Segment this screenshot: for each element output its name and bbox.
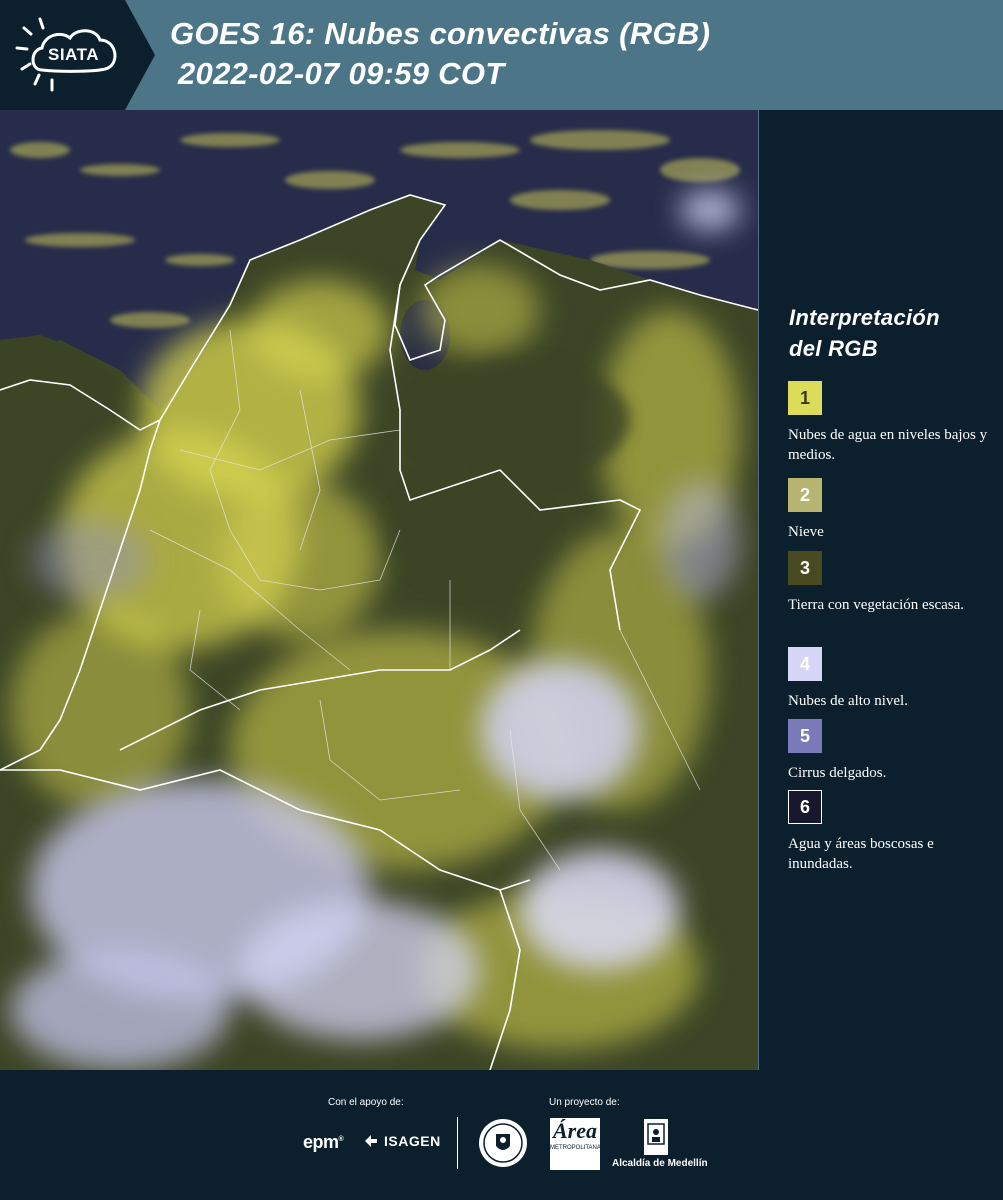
legend-label-4: Nubes de alto nivel.: [788, 693, 908, 709]
alcaldia-text: Alcaldía de Medellín: [612, 1158, 708, 1169]
legend-swatch-2: 2: [788, 478, 822, 512]
legend-item-3: 3 Tierra con vegetación escasa.: [788, 551, 993, 615]
alcaldia-shield-icon[interactable]: [643, 1118, 669, 1156]
footer-divider: [457, 1117, 458, 1169]
legend-label-5: Cirrus delgados.: [788, 765, 887, 781]
legend-item-2: 2 Nieve: [788, 478, 993, 542]
siata-logo-text: SIATA: [48, 45, 99, 64]
satellite-map[interactable]: [0, 110, 759, 1070]
legend-item-4: 4 Nubes de alto nivel.: [788, 647, 993, 711]
legend-title-line1: Interpretación: [789, 305, 940, 330]
legend-item-6: 6 Agua y áreas boscosas e inundadas.: [788, 790, 993, 874]
legend-panel: Interpretación del RGB 1 Nubes de agua en…: [760, 110, 1003, 1070]
legend-swatch-5: 5: [788, 719, 822, 753]
area-logo-subtext: METROPOLITANA: [550, 1145, 601, 1151]
isagen-logo[interactable]: ISAGEN: [363, 1133, 441, 1149]
isagen-mark-icon: [365, 1135, 377, 1147]
footer: Con el apoyo de: Un proyecto de: epm® IS…: [0, 1070, 1003, 1200]
header-banner: SIATA GOES 16: Nubes convectivas (RGB) 2…: [0, 0, 1003, 110]
legend-item-1: 1 Nubes de agua en niveles bajos y medios…: [788, 381, 993, 465]
legend-label-1: Nubes de agua en niveles bajos y medios.: [788, 427, 988, 463]
siata-logo[interactable]: SIATA: [0, 0, 155, 110]
project-caption: Un proyecto de:: [549, 1097, 620, 1108]
epm-logo-text: epm: [303, 1132, 339, 1152]
legend-label-2: Nieve: [788, 524, 824, 540]
satellite-map-image: [0, 110, 758, 1070]
legend-item-5: 5 Cirrus delgados.: [788, 719, 993, 783]
legend-swatch-3: 3: [788, 551, 822, 585]
page-timestamp: 2022-02-07 09:59 COT: [178, 56, 505, 91]
legend-label-3: Tierra con vegetación escasa.: [788, 597, 965, 613]
legend-title: Interpretación del RGB: [789, 302, 940, 364]
legend-swatch-1: 1: [788, 381, 822, 415]
legend-label-6: Agua y áreas boscosas e inundadas.: [788, 836, 934, 872]
legend-swatch-4: 4: [788, 647, 822, 681]
support-caption: Con el apoyo de:: [328, 1097, 404, 1108]
area-logo-text: Área: [553, 1118, 597, 1143]
medellin-seal-icon[interactable]: [478, 1118, 528, 1168]
area-metropolitana-logo[interactable]: Área METROPOLITANA: [550, 1118, 601, 1170]
epm-logo[interactable]: epm®: [303, 1132, 344, 1153]
legend-swatch-6: 6: [788, 790, 822, 824]
legend-title-line2: del RGB: [789, 336, 878, 361]
isagen-logo-text: ISAGEN: [384, 1133, 441, 1149]
page-title: GOES 16: Nubes convectivas (RGB): [170, 16, 711, 51]
